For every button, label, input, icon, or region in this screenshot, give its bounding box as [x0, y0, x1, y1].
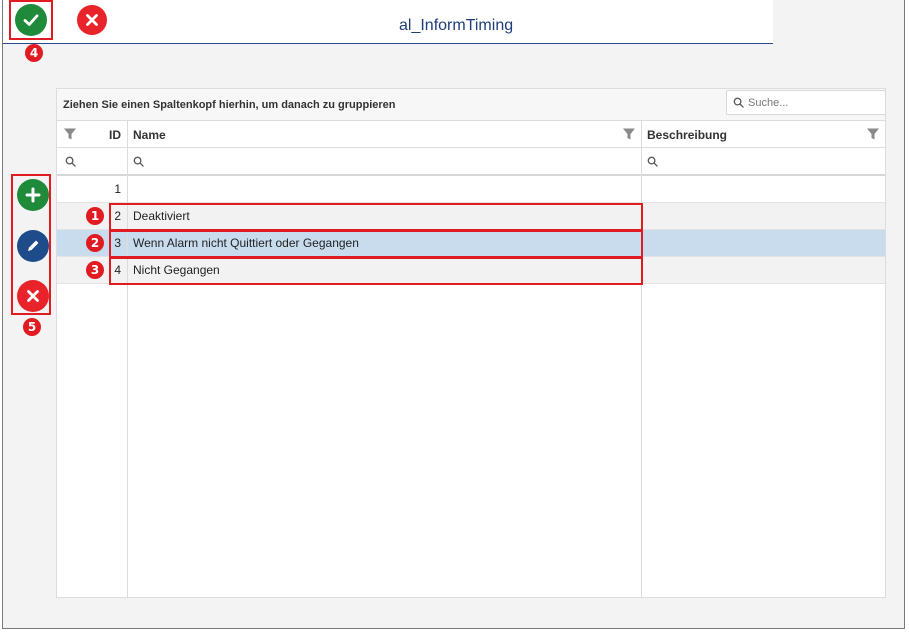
- annotation-badge-2: 2: [86, 234, 104, 252]
- annotation-box-row-2: [109, 203, 643, 231]
- annotation-box-row-3: [109, 230, 643, 258]
- search-icon: [647, 156, 658, 167]
- filter-icon[interactable]: [622, 127, 636, 141]
- data-grid: Ziehen Sie einen Spaltenkopf hierhin, um…: [56, 88, 886, 598]
- title-bar: al_InformTiming: [3, 0, 773, 44]
- annotation-badge-3: 3: [86, 261, 104, 279]
- filter-row: [57, 148, 885, 176]
- filter-cell-name[interactable]: [133, 148, 144, 175]
- filter-cell-description[interactable]: [647, 148, 658, 175]
- filter-cell-id[interactable]: [65, 148, 76, 175]
- grid-search[interactable]: [726, 90, 886, 115]
- search-icon: [65, 156, 76, 167]
- window-title: al_InformTiming: [399, 17, 514, 34]
- column-header-description[interactable]: Beschreibung: [647, 121, 847, 148]
- window-frame: al_InformTiming 4 5 Ziehen Sie einen Spa…: [2, 0, 905, 629]
- annotation-box-side-actions: [11, 174, 51, 315]
- annotation-badge-1: 1: [86, 207, 104, 225]
- column-header-row: ID Name Beschreibung: [57, 121, 885, 148]
- search-icon: [733, 97, 744, 108]
- annotation-box-confirm: [9, 0, 53, 40]
- search-icon: [133, 156, 144, 167]
- group-panel[interactable]: Ziehen Sie einen Spaltenkopf hierhin, um…: [57, 89, 886, 121]
- column-header-id[interactable]: ID: [109, 121, 127, 148]
- cancel-button[interactable]: [77, 5, 107, 35]
- cell-id: 1: [114, 182, 121, 196]
- column-header-name[interactable]: Name: [133, 121, 533, 148]
- filter-icon[interactable]: [63, 127, 77, 141]
- annotation-badge-4: 4: [25, 44, 43, 62]
- table-row[interactable]: 1: [57, 176, 885, 203]
- group-panel-text: Ziehen Sie einen Spaltenkopf hierhin, um…: [63, 99, 396, 111]
- filter-icon[interactable]: [866, 127, 880, 141]
- close-icon: [86, 14, 98, 26]
- column-separator: [127, 121, 128, 597]
- column-separator: [641, 121, 642, 597]
- grid-search-input[interactable]: [748, 96, 868, 109]
- annotation-box-row-4: [109, 257, 643, 285]
- annotation-badge-5: 5: [23, 318, 41, 336]
